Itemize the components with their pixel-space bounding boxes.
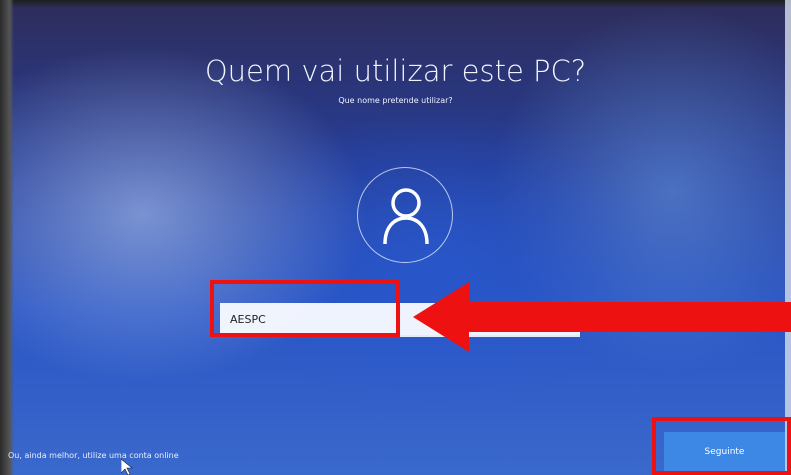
mouse-cursor-icon [121,459,133,475]
user-icon [383,188,429,245]
page-subtitle: Que nome pretende utilizar? [338,96,453,105]
page-title: Quem vai utilizar este PC? [204,54,587,88]
button-highlight-box [652,417,791,475]
avatar [357,167,453,263]
oobe-screen: Quem vai utilizar este PC? Que nome pret… [0,0,791,475]
input-highlight-box [210,280,400,337]
photo-frame-top [0,0,791,8]
online-account-link[interactable]: Ou, ainda melhor, utilize uma conta onli… [8,451,179,460]
red-arrow-icon [413,282,791,352]
